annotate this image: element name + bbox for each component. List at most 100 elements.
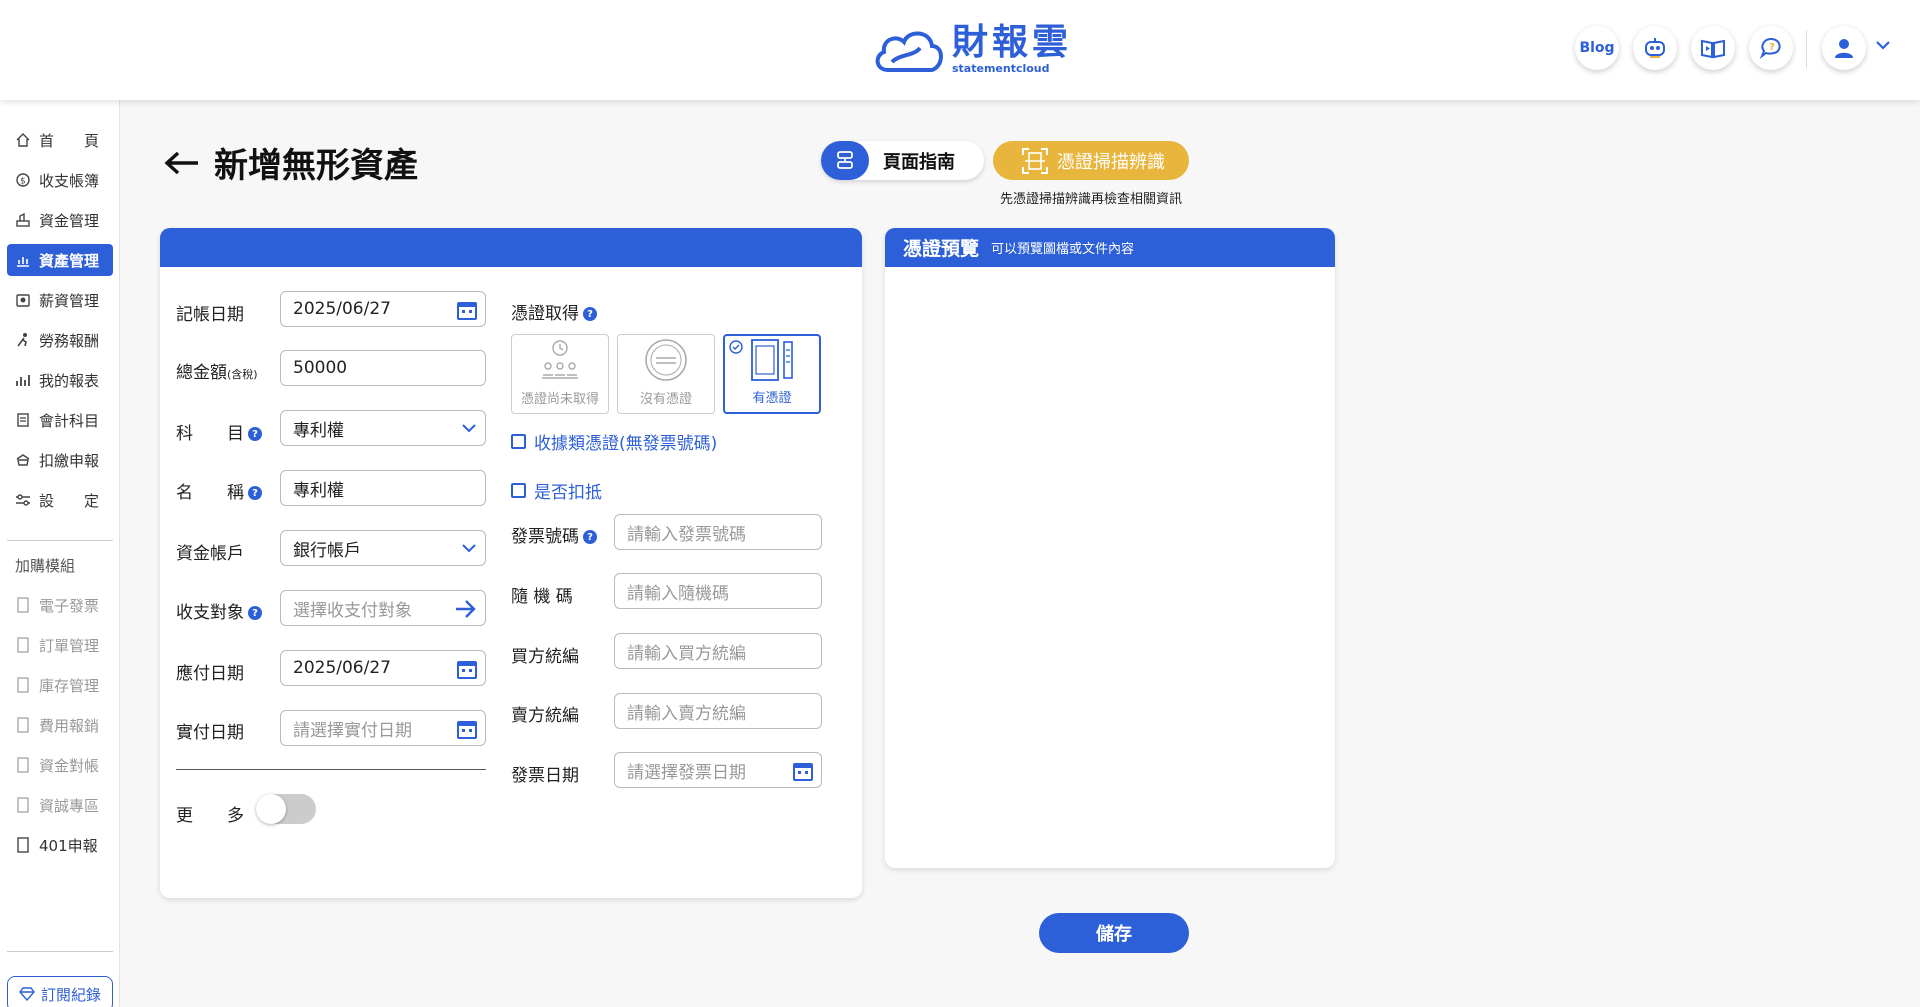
page-guide-button[interactable]: 頁面指南	[821, 141, 984, 180]
buyer-tax-id-label: 買方統編	[511, 647, 579, 667]
invoice-doc-icon	[748, 336, 796, 383]
salary-icon	[15, 292, 31, 308]
voucher-option-none[interactable]: 沒有憑證	[617, 334, 715, 414]
subscription-label: 訂閱紀錄	[40, 985, 101, 1004]
voucher-option-has[interactable]: 有憑證	[723, 334, 821, 414]
sidebar-item-salary[interactable]: 薪資管理	[7, 284, 113, 316]
addon-doc-icon	[15, 837, 31, 853]
sidebar-addon-reconcile[interactable]: 資金對帳	[7, 749, 113, 781]
sidebar-addon-inventory[interactable]: 庫存管理	[7, 669, 113, 701]
total-amount-input[interactable]: 50000	[280, 350, 486, 386]
sidebar-item-settings[interactable]: 設 定	[7, 484, 113, 516]
preview-header: 憑證預覽 可以預覽圖檔或文件內容	[885, 228, 1335, 267]
sidebar-item-label: 訂單管理	[39, 636, 100, 655]
due-date-input[interactable]: 2025/06/27	[280, 650, 486, 686]
sidebar-item-reports[interactable]: 我的報表	[7, 364, 113, 396]
sidebar-item-home[interactable]: 首 頁	[7, 124, 113, 156]
diamond-icon	[19, 987, 35, 1001]
help-icon[interactable]: ?	[248, 486, 262, 500]
sidebar-item-withholding[interactable]: 扣繳申報	[7, 444, 113, 476]
calendar-icon[interactable]	[457, 719, 477, 739]
sidebar-divider	[7, 540, 113, 541]
more-label: 更 多	[176, 806, 244, 826]
sidebar-item-labor[interactable]: 勞務報酬	[7, 324, 113, 356]
sidebar-addon-orders[interactable]: 訂單管理	[7, 629, 113, 661]
scan-hint-text: 先憑證掃描辨識再檢查相關資訊	[999, 192, 1182, 207]
voucher-option-label: 沒有憑證	[639, 392, 692, 407]
fund-account-select[interactable]: 銀行帳戶	[280, 530, 486, 566]
voucher-scan-button[interactable]: 憑證掃描辨識	[993, 141, 1189, 180]
sidebar-item-label: 扣繳申報	[39, 451, 100, 470]
checkbox-box[interactable]	[511, 434, 526, 449]
sidebar-addon-expenses[interactable]: 費用報銷	[7, 709, 113, 741]
deduct-checkbox[interactable]: 是否扣抵	[511, 478, 602, 503]
addon-doc-icon	[15, 637, 31, 653]
subject-label: 科 目?	[176, 419, 262, 444]
video-guide-button[interactable]	[1691, 26, 1735, 70]
subscription-button[interactable]: 訂閱紀錄	[7, 976, 113, 1007]
help-icon[interactable]: ?	[583, 530, 597, 544]
sidebar-item-assets[interactable]: 資產管理	[7, 244, 113, 276]
top-header: 財報雲 statementcloud Blog ?	[0, 0, 1920, 100]
logo-chinese: 財報雲	[952, 22, 1073, 63]
preview-subtitle: 可以預覽圖檔或文件內容	[991, 242, 1135, 257]
svg-text:$: $	[20, 177, 26, 187]
asset-name-input[interactable]: 專利權	[280, 470, 486, 506]
checkbox-box[interactable]	[511, 483, 526, 498]
sidebar-item-label: 薪資管理	[39, 291, 100, 310]
more-toggle[interactable]	[256, 794, 316, 824]
asset-icon	[15, 252, 31, 268]
app-logo[interactable]: 財報雲 statementcloud	[870, 22, 1072, 76]
paid-date-input[interactable]: 請選擇實付日期	[280, 710, 486, 746]
chart-icon	[15, 372, 31, 388]
booking-date-input[interactable]: 2025/06/27	[280, 291, 486, 327]
party-select[interactable]: 選擇收支付對象	[280, 590, 486, 626]
user-avatar-button[interactable]	[1822, 26, 1866, 70]
save-button[interactable]: 儲存	[1039, 913, 1189, 953]
help-icon[interactable]: ?	[583, 307, 597, 321]
invoice-date-input[interactable]: 請選擇發票日期	[614, 752, 822, 788]
video-book-icon	[1701, 39, 1725, 59]
svg-text:?: ?	[1769, 42, 1775, 53]
addon-doc-icon	[15, 757, 31, 773]
name-label: 名 稱?	[176, 478, 262, 503]
calendar-icon[interactable]	[457, 659, 477, 679]
help-icon[interactable]: ?	[248, 606, 262, 620]
random-code-label: 隨 機 碼	[511, 587, 573, 607]
addon-doc-icon	[15, 717, 31, 733]
addon-doc-icon	[15, 597, 31, 613]
buyer-tax-id-input[interactable]: 請輸入買方統編	[614, 633, 822, 669]
sidebar-item-label: 勞務報酬	[39, 331, 100, 350]
receipt-type-checkbox[interactable]: 收據類憑證(無發票號碼)	[511, 429, 717, 454]
chevron-down-icon	[462, 544, 476, 553]
cloud-logo-icon	[875, 31, 943, 72]
page-title-text: 新增無形資產	[214, 146, 418, 186]
calendar-icon[interactable]	[793, 761, 813, 781]
sidebar-item-cashbook[interactable]: $ 收支帳簿	[7, 164, 113, 196]
sidebar-item-label: 設 定	[39, 491, 100, 510]
random-code-input[interactable]: 請輸入隨機碼	[614, 573, 822, 609]
sidebar-item-label: 庫存管理	[39, 676, 100, 695]
robot-assistant-button[interactable]	[1633, 26, 1677, 70]
blog-button[interactable]: Blog	[1575, 26, 1619, 70]
sidebar-item-accounts[interactable]: 會計科目	[7, 404, 113, 436]
support-chat-button[interactable]: ?	[1749, 26, 1793, 70]
voucher-option-pending[interactable]: 憑證尚未取得	[511, 334, 609, 414]
voucher-preview-panel: 憑證預覽 可以預覽圖檔或文件內容	[885, 228, 1335, 868]
calendar-icon[interactable]	[457, 300, 477, 320]
seller-tax-id-input[interactable]: 請輸入賣方統編	[614, 693, 822, 729]
back-arrow-icon[interactable]	[164, 151, 200, 175]
sidebar-item-fund[interactable]: 資金管理	[7, 204, 113, 236]
help-icon[interactable]: ?	[248, 427, 262, 441]
home-icon	[15, 132, 31, 148]
sidebar-addon-pwc[interactable]: 資誠專區	[7, 789, 113, 821]
arrow-right-icon[interactable]	[455, 599, 477, 619]
invoice-number-input[interactable]: 請輸入發票號碼	[614, 514, 822, 550]
chevron-down-icon[interactable]	[1876, 40, 1890, 50]
voucher-scan-label: 憑證掃描辨識	[1057, 151, 1165, 173]
invoice-date-label: 發票日期	[511, 766, 579, 786]
sidebar-addon-401[interactable]: 401申報	[7, 829, 113, 861]
sidebar-addon-einvoice[interactable]: 電子發票	[7, 589, 113, 621]
subject-select[interactable]: 專利權	[280, 410, 486, 446]
sidebar-item-label: 電子發票	[39, 596, 100, 615]
